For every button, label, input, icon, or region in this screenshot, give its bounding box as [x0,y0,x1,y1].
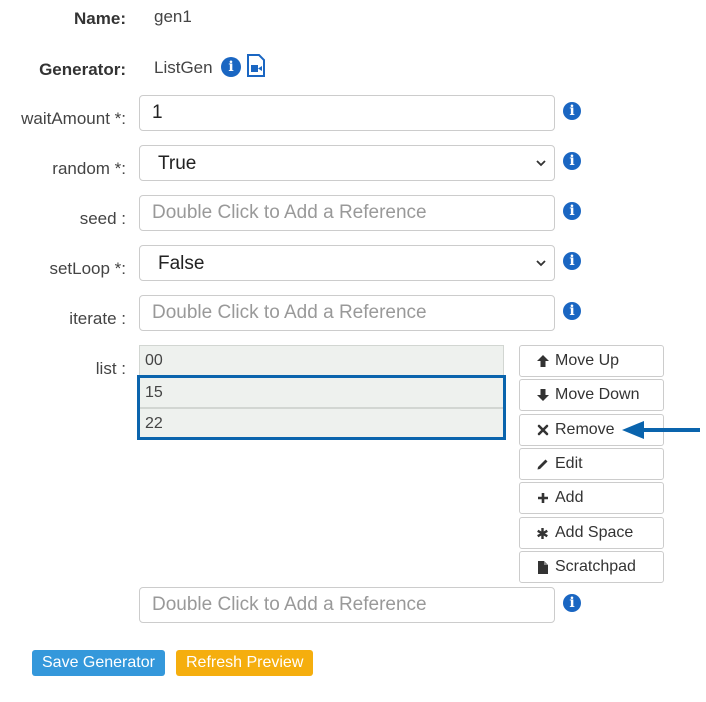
list-label: list : [95,359,126,378]
list-item[interactable]: 00 [139,345,504,376]
add-button[interactable]: Add [519,482,664,514]
arrow-down-icon [535,388,550,402]
list-item[interactable]: 22 [139,408,504,439]
scratchpad-label: Scratchpad [555,558,636,575]
set-loop-select[interactable]: False [139,245,555,281]
remove-label: Remove [555,421,615,438]
asterisk-icon [535,527,550,540]
pencil-icon [535,457,550,471]
random-info-icon[interactable]: i [563,152,581,170]
generator-label: Generator: [39,60,126,79]
wait-amount-label: waitAmount *: [21,109,126,128]
name-value: gen1 [154,7,192,26]
wait-amount-input[interactable] [139,95,555,131]
edit-button[interactable]: Edit [519,448,664,480]
seed-label: seed : [79,209,126,228]
move-up-button[interactable]: Move Up [519,345,664,377]
iterate-label: iterate : [69,309,126,328]
refresh-preview-button[interactable]: Refresh Preview [176,650,314,676]
scratchpad-button[interactable]: Scratchpad [519,551,664,583]
file-icon [535,560,550,575]
move-down-button[interactable]: Move Down [519,379,664,411]
add-space-button[interactable]: Add Space [519,517,664,549]
seed-input[interactable] [139,195,555,231]
iterate-info-icon[interactable]: i [563,302,581,320]
arrow-up-icon [535,354,550,368]
generator-info-icon[interactable]: i [221,57,241,77]
move-down-label: Move Down [555,386,640,403]
wait-amount-info-icon[interactable]: i [563,102,581,120]
set-loop-info-icon[interactable]: i [563,252,581,270]
close-icon [535,424,550,436]
video-document-icon[interactable] [246,54,266,83]
pointer-arrow-icon [622,421,700,439]
list-item[interactable]: 15 [139,377,504,408]
set-loop-label: setLoop *: [49,259,126,278]
save-generator-button[interactable]: Save Generator [32,650,165,676]
name-label: Name: [74,9,126,28]
new-reference-info-icon[interactable]: i [563,594,581,612]
add-label: Add [555,489,584,506]
plus-icon [535,492,550,504]
edit-label: Edit [555,455,583,472]
new-reference-input[interactable] [139,587,555,623]
add-space-label: Add Space [555,524,634,541]
random-label: random *: [52,159,126,178]
random-select[interactable]: True [139,145,555,181]
iterate-input[interactable] [139,295,555,331]
generator-value: ListGen [154,58,213,77]
seed-info-icon[interactable]: i [563,202,581,220]
move-up-label: Move Up [555,352,620,369]
